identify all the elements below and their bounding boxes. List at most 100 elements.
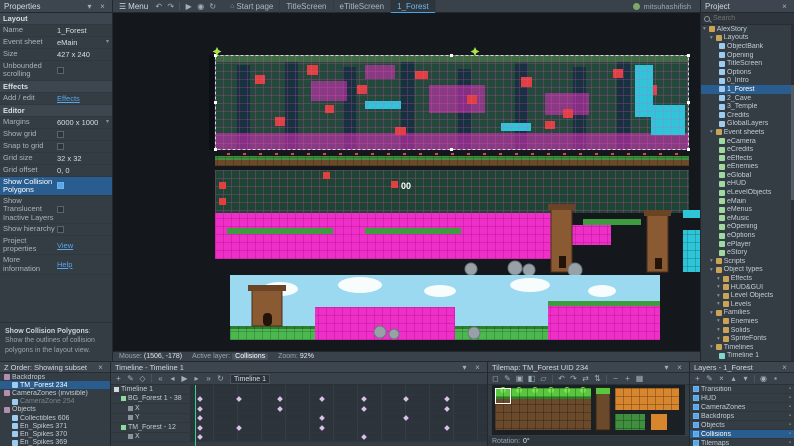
layout-view[interactable]: 00 [113,13,700,351]
menu-button[interactable]: ☰ Menu [116,2,151,11]
keyframe[interactable] [197,396,203,402]
project-item-hud-gui[interactable]: ▾ HUD&GUI [701,283,791,292]
z-order-item-objects[interactable]: Objects [0,406,110,414]
expander-icon[interactable]: ▾ [703,26,706,32]
project-item-enemies[interactable]: ▾ Enemies [701,317,791,326]
keyframe[interactable] [197,415,203,421]
layer-transition[interactable]: Transition ▪ [690,385,794,394]
track-label[interactable]: Timeline 1 [111,385,189,394]
expander-icon[interactable]: ▾ [717,276,720,282]
checkbox-show-hierarchy[interactable] [57,225,64,233]
project-item-timelines[interactable]: ▾ Timelines [701,343,791,352]
visibility-checkbox[interactable] [693,404,699,410]
visibility-icon[interactable]: ◉ [758,373,769,384]
tab-start-page[interactable]: ⌂ Start page [224,0,281,13]
expander-icon[interactable]: ▾ [717,293,720,299]
keyframe[interactable] [444,424,451,431]
go-start-icon[interactable]: « [155,373,166,384]
move-down-icon[interactable]: ▾ [740,373,751,384]
keyframe-lane[interactable] [189,432,487,441]
keyframe[interactable] [444,405,451,412]
expander-icon[interactable]: ▾ [710,310,713,316]
z-order-item-tm-forest-234[interactable]: TM_Forest 234 [0,381,110,390]
move-up-icon[interactable]: ▴ [728,373,739,384]
visibility-checkbox[interactable] [693,431,699,437]
z-order-item-en-spikes-371[interactable]: En_Spikes 371 [0,422,110,430]
project-item-opening[interactable]: Opening [701,51,791,60]
visibility-checkbox[interactable] [693,395,699,401]
rename-layer-icon[interactable]: ✎ [704,373,715,384]
layer-camerazones[interactable]: CameraZones ▪ [690,403,794,412]
value-grid-offset[interactable]: 0, 0 [57,166,109,175]
keyframe[interactable] [319,424,325,431]
layer-collisions[interactable]: Collisions ▪ [690,430,794,439]
layer-hud[interactable]: HUD ▪ [690,394,794,403]
visibility-checkbox[interactable] [693,386,699,392]
project-item-emain[interactable]: eMain [701,197,791,206]
expander-icon[interactable]: ▾ [717,284,720,290]
zoom-in-icon[interactable]: + [622,373,633,384]
keyframe[interactable] [277,405,284,412]
zoom-out-icon[interactable]: − [610,373,621,384]
layer-backdrops[interactable]: Backdrops ▪ [690,412,794,421]
close-icon[interactable]: × [779,362,790,373]
rect-tool-icon[interactable]: ▣ [514,373,525,384]
project-item-eplayer[interactable]: ePlayer [701,240,791,249]
keyframe-icon[interactable]: ◇ [137,373,148,384]
remote-preview-icon[interactable]: ↻ [207,1,218,12]
zoom-value[interactable]: 92% [300,353,314,360]
project-item-1-forest[interactable]: 1_Forest [701,85,791,94]
keyframe[interactable] [197,405,203,412]
chevron-down-icon[interactable]: ▾ [661,362,672,373]
project-item-level-objects[interactable]: ▾ Level Objects [701,291,791,300]
expander-icon[interactable]: ▾ [710,344,713,350]
undo-icon[interactable]: ↶ [153,1,164,12]
project-item-elevelobjects[interactable]: eLevelObjects [701,188,791,197]
project-item-ecamera[interactable]: eCamera [701,137,791,146]
add-layer-icon[interactable]: + [692,373,703,384]
project-item-alexstory[interactable]: ▾ AlexStory [701,25,791,34]
keyframe-lane[interactable] [189,413,487,422]
track-label[interactable]: Y [111,413,189,422]
keyframe[interactable] [402,415,409,421]
layer-tilemaps[interactable]: Tilemaps ▪ [690,439,794,446]
keyframe[interactable] [197,424,203,431]
link-help[interactable]: Help [57,260,109,269]
project-item-ecredits[interactable]: eCredits [701,145,791,154]
project-item-eglobal[interactable]: eGlobal [701,171,791,180]
keyframe[interactable] [319,415,325,421]
keyframe[interactable] [360,396,367,402]
project-item-objectbank[interactable]: ObjectBank [701,42,791,51]
project-item-emenus[interactable]: eMenus [701,205,791,214]
project-item-levels[interactable]: ▾ Levels [701,300,791,309]
expander-icon[interactable]: ▾ [710,35,713,41]
project-item-effects[interactable]: ▾ Effects [701,274,791,283]
z-order-item-en-spikes-370[interactable]: En_Spikes 370 [0,430,110,438]
close-icon[interactable]: × [472,362,483,373]
tab-etitlescreen[interactable]: eTitleScreen [334,0,392,13]
checkbox-unbounded-scrolling[interactable] [57,66,64,74]
z-order-item-collectibles-606[interactable]: Collectibles 606 [0,414,110,422]
step-back-icon[interactable]: ◂ [167,373,178,384]
grid-icon[interactable]: ▦ [634,373,645,384]
visibility-checkbox[interactable] [693,440,699,446]
keyframe-lane[interactable] [189,423,487,432]
keyframe[interactable] [444,396,451,402]
track-label[interactable]: TM_Forest - 12 [111,423,189,432]
project-item-ehud[interactable]: eHUD [701,180,791,189]
project-item-titlescreen[interactable]: TitleScreen [701,59,791,68]
preview-icon[interactable]: ▶ [183,1,194,12]
keyframe[interactable] [402,396,409,402]
project-item-eopening[interactable]: eOpening [701,223,791,232]
project-item-emusic[interactable]: eMusic [701,214,791,223]
project-item-timeline-1[interactable]: Timeline 1 [701,352,791,361]
project-item-scripts[interactable]: ▾ Scripts [701,257,791,266]
debug-preview-icon[interactable]: ◉ [195,1,206,12]
keyframe[interactable] [277,396,284,402]
checkbox-show-translucent-inactive-layers[interactable] [57,205,64,213]
expander-icon[interactable]: ▾ [710,267,713,273]
project-item-object-types[interactable]: ▾ Object types [701,266,791,275]
lock-icon[interactable]: ▪ [770,373,781,384]
project-item-solids[interactable]: ▾ Solids [701,326,791,335]
project-item-options[interactable]: Options [701,68,791,77]
